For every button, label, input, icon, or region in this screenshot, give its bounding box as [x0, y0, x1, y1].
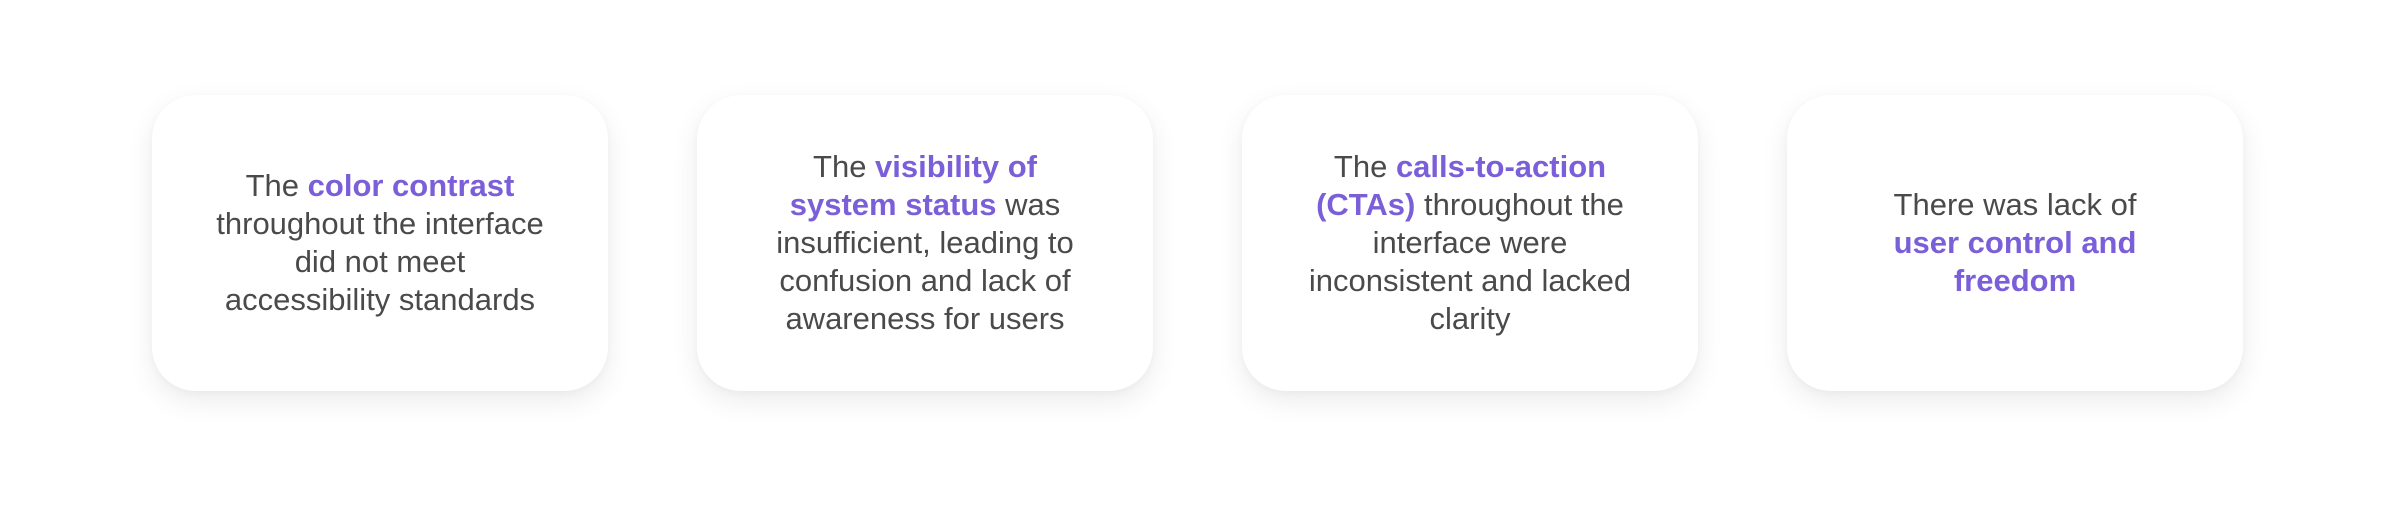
finding-highlight: color contrast — [307, 168, 515, 203]
finding-card-user-control: There was lack of user control and freed… — [1787, 95, 2243, 391]
finding-text: The color contrast throughout the interf… — [212, 167, 548, 319]
finding-text-lead: The — [813, 149, 876, 184]
finding-highlight: user control and freedom — [1893, 225, 2137, 298]
finding-text: The visibility of system status was insu… — [757, 148, 1093, 338]
findings-card-row: The color contrast throughout the interf… — [152, 95, 2243, 391]
finding-text: The calls-to-action (CTAs) throughout th… — [1302, 148, 1638, 338]
finding-text-lead: The — [245, 168, 308, 203]
finding-text-lead: The — [1333, 149, 1396, 184]
finding-card-system-status: The visibility of system status was insu… — [697, 95, 1153, 391]
finding-text-lead: There was lack of — [1893, 187, 2137, 222]
finding-card-ctas: The calls-to-action (CTAs) throughout th… — [1242, 95, 1698, 391]
finding-text: There was lack of user control and freed… — [1847, 186, 2183, 300]
finding-card-color-contrast: The color contrast throughout the interf… — [152, 95, 608, 391]
finding-text-rest: throughout the interface did not meet ac… — [216, 206, 544, 317]
